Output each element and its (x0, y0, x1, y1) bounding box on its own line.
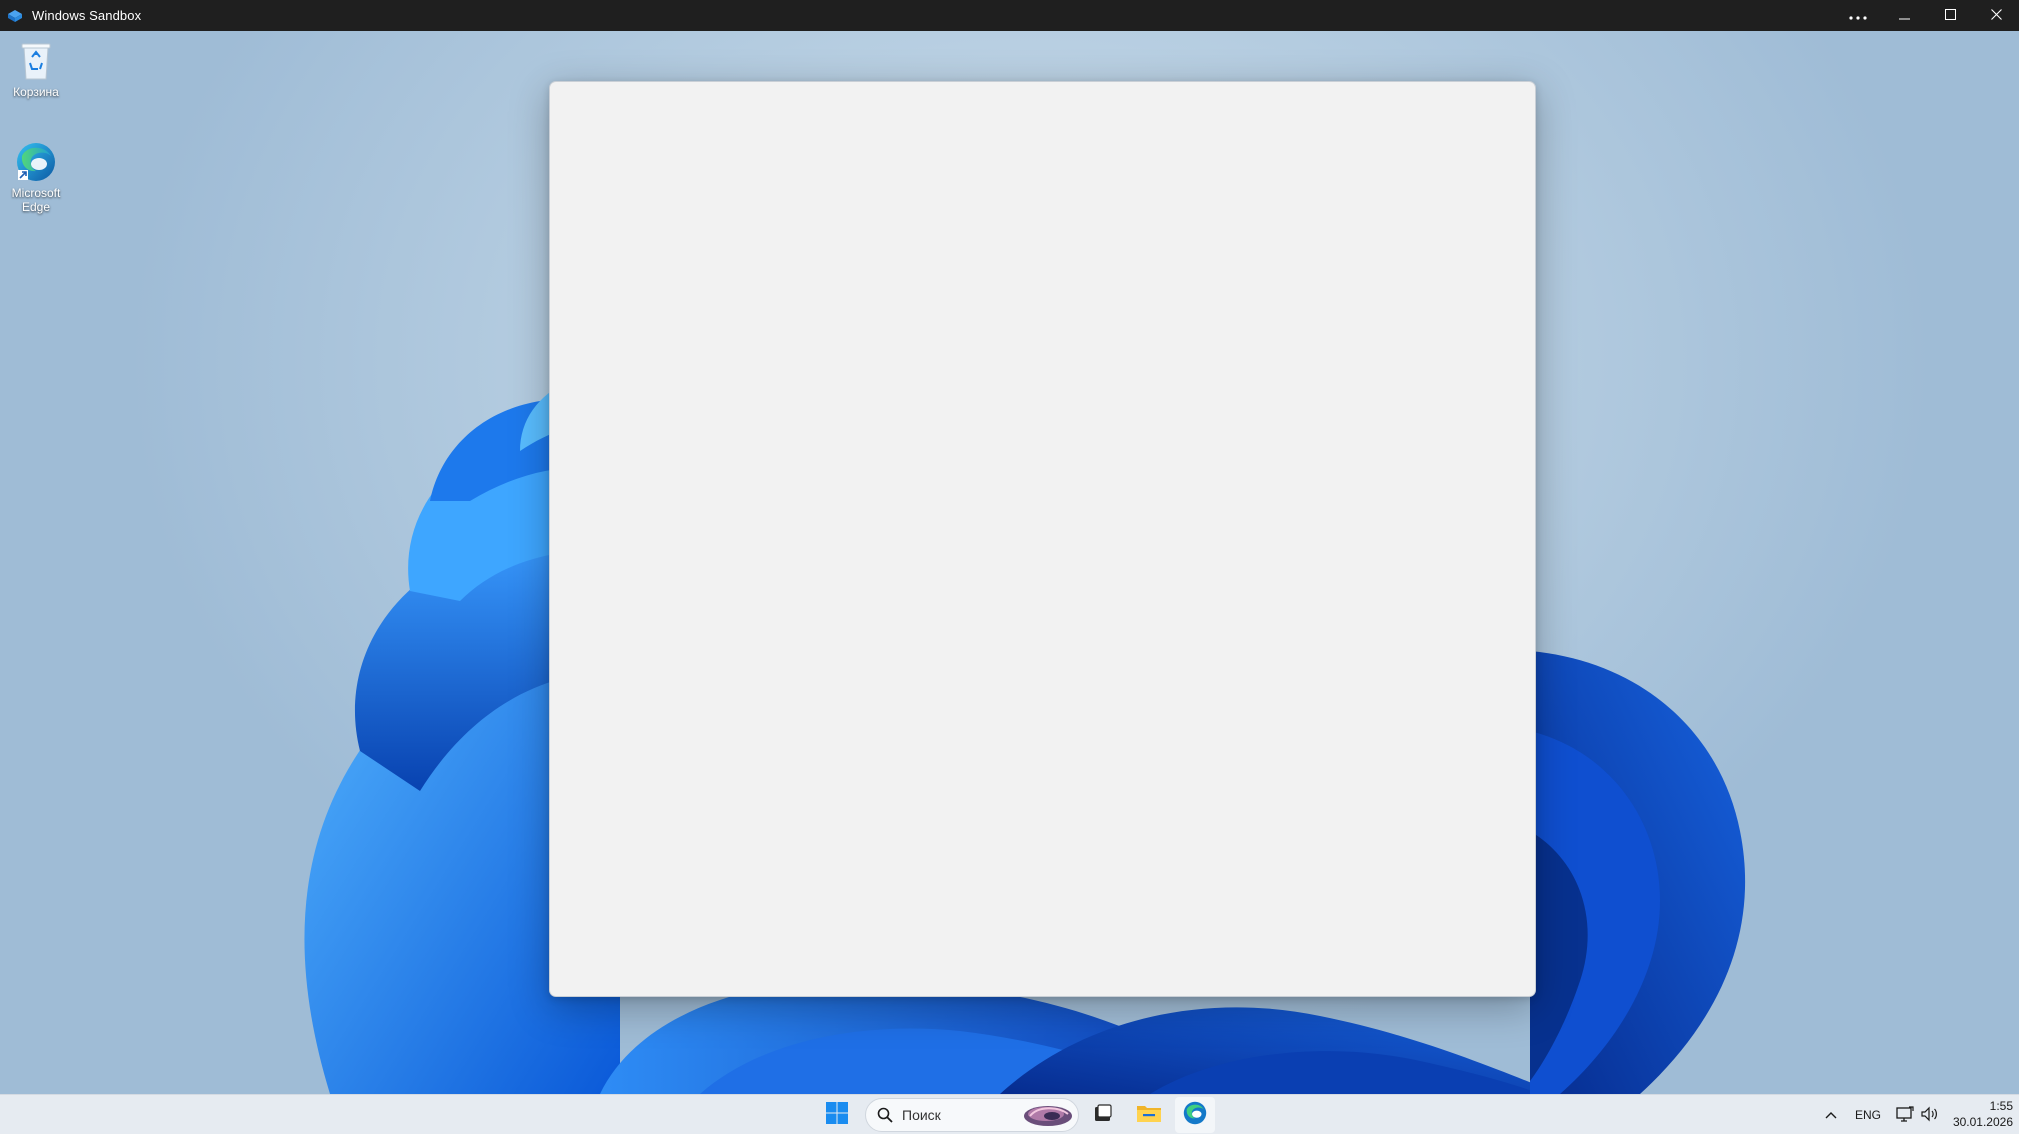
volume-button[interactable] (1917, 1095, 1943, 1134)
desktop-icon-label: Microsoft Edge (11, 186, 61, 214)
desktop-icon-recycle-bin[interactable]: Корзина (0, 39, 72, 99)
maximize-icon (1944, 7, 1956, 25)
desktop-icon-edge[interactable]: Microsoft Edge (0, 140, 72, 214)
sandbox-app-icon (6, 7, 24, 25)
task-view-button[interactable] (1083, 1097, 1123, 1133)
blank-window[interactable] (549, 81, 1536, 997)
more-dots-icon (1849, 7, 1867, 25)
clock-time: 1:55 (1989, 1099, 2013, 1113)
minimize-button[interactable] (1881, 0, 1927, 31)
host-titlebar[interactable]: Windows Sandbox (0, 0, 2019, 31)
chevron-up-icon (1825, 1108, 1837, 1122)
search-highlight-art (1022, 1102, 1074, 1128)
desktop-icon-label: Корзина (13, 85, 59, 99)
edge-icon (1182, 1100, 1208, 1131)
host-window-title: Windows Sandbox (32, 8, 142, 23)
taskbar: Поиск ENG 1:55 30.01.2026 (0, 1094, 2019, 1134)
minimize-icon (1898, 7, 1910, 25)
clock-date: 30.01.2026 (1952, 1115, 2013, 1129)
start-icon (825, 1101, 849, 1130)
speaker-icon (1921, 1106, 1939, 1125)
network-icon (1896, 1105, 1914, 1125)
recycle-bin-icon (14, 39, 58, 83)
task-view-icon (1092, 1102, 1114, 1129)
desktop[interactable]: Корзина Microsoft Edge (0, 31, 2019, 1094)
close-button[interactable] (1973, 0, 2019, 31)
search-icon (876, 1106, 894, 1124)
edge-taskbar-button[interactable] (1175, 1097, 1215, 1133)
maximize-button[interactable] (1927, 0, 1973, 31)
network-status-button[interactable] (1892, 1095, 1918, 1134)
taskbar-clock[interactable]: 1:55 30.01.2026 (1953, 1098, 2013, 1130)
language-indicator[interactable]: ENG (1850, 1095, 1886, 1134)
window-controls (1835, 0, 2019, 31)
file-explorer-icon (1136, 1102, 1162, 1129)
sandbox-screen: Windows Sandbox Корзина Microsoft Edge П… (0, 0, 2019, 1134)
show-hidden-icons-button[interactable] (1818, 1095, 1844, 1134)
taskbar-search[interactable]: Поиск (865, 1098, 1079, 1132)
more-options-button[interactable] (1835, 0, 1881, 31)
close-icon (1990, 7, 2002, 25)
start-button[interactable] (817, 1097, 857, 1133)
search-placeholder: Поиск (902, 1107, 941, 1123)
file-explorer-button[interactable] (1129, 1097, 1169, 1133)
edge-icon (14, 140, 58, 184)
